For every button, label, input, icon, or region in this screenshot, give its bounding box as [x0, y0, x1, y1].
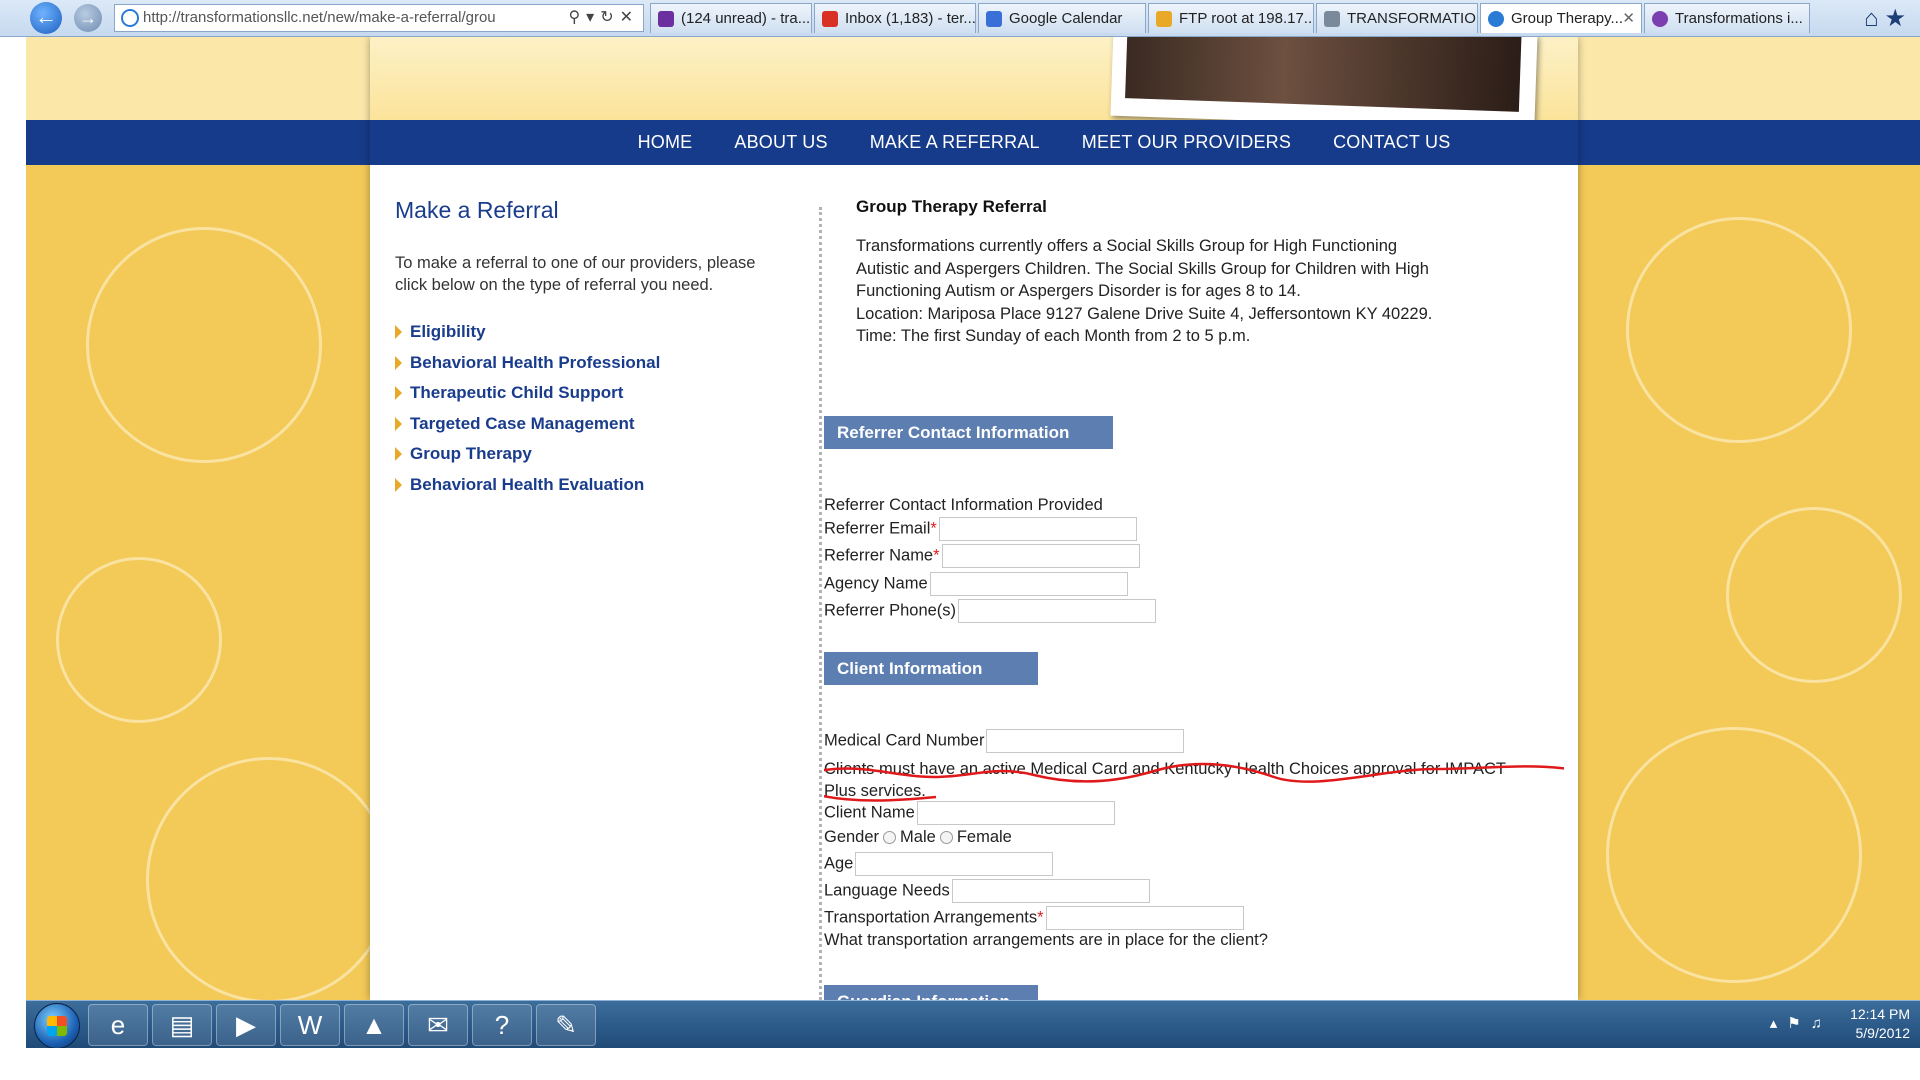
form-intro: Transformations currently offers a Socia…: [856, 237, 1433, 346]
help-icon[interactable]: ?: [472, 1004, 532, 1046]
nav-meet-our-providers[interactable]: MEET OUR PROVIDERS: [1082, 132, 1291, 153]
referrer-provided-label: Referrer Contact Information Provided: [824, 496, 1103, 514]
address-controls-icon[interactable]: ⚲▾↻✕: [568, 5, 639, 31]
ie-taskbar-icon[interactable]: e: [88, 1004, 148, 1046]
tab-ftp-root[interactable]: FTP root at 198.17...: [1148, 3, 1314, 33]
browser-toolbar: ← → http://transformationsllc.net/new/ma…: [0, 0, 1920, 37]
ie-page-icon: [121, 9, 139, 27]
guardian-section-header: Guardian Information: [824, 985, 1038, 1000]
decorative-swirl: [56, 557, 222, 723]
back-arrow-icon[interactable]: ←: [30, 2, 62, 34]
calendar-icon: [986, 11, 1002, 27]
referrer-email-field[interactable]: [938, 517, 1137, 541]
address-text: http://transformationsllc.net/new/make-a…: [143, 9, 496, 26]
gender-male-radio[interactable]: [883, 831, 897, 845]
referrer-name-row: Referrer Name*: [824, 544, 1140, 568]
transport-row: Transportation Arrangements*: [824, 906, 1244, 930]
gender-row: Gender Male Female: [824, 828, 1012, 846]
windows-logo-icon: [47, 1016, 67, 1036]
link-behavioral-health-evaluation[interactable]: Behavioral Health Evaluation: [395, 475, 775, 506]
system-clock[interactable]: 12:14 PM 5/9/2012: [1850, 1005, 1910, 1043]
site-header: [370, 37, 1578, 131]
client-name-field[interactable]: [916, 801, 1115, 825]
nav-home[interactable]: HOME: [638, 132, 693, 153]
form-title: Group Therapy Referral: [856, 197, 1047, 216]
forward-arrow-icon[interactable]: →: [74, 4, 102, 32]
page-content: HOME ABOUT US MAKE A REFERRAL MEET OUR P…: [370, 37, 1578, 1000]
medical-card-field[interactable]: [986, 729, 1185, 753]
tab-google-calendar[interactable]: Google Calendar: [978, 3, 1146, 33]
ie-icon: [1488, 11, 1504, 27]
transport-field[interactable]: [1045, 906, 1244, 930]
media-player-icon[interactable]: ▶: [216, 1004, 276, 1046]
site-icon: [1652, 11, 1668, 27]
tab-gmail-inbox[interactable]: Inbox (1,183) - ter...: [814, 3, 976, 33]
header-photo: [1110, 37, 1538, 131]
referrer-section-header: Referrer Contact Information: [824, 416, 1113, 449]
referrer-name-field[interactable]: [941, 544, 1140, 568]
link-targeted-case-management[interactable]: Targeted Case Management: [395, 414, 775, 445]
folder-icon: [1156, 11, 1172, 27]
tab-transformations[interactable]: TRANSFORMATIO...: [1316, 3, 1478, 33]
gmail-icon: [822, 11, 838, 27]
link-eligibility[interactable]: Eligibility: [395, 322, 775, 353]
decorative-swirl: [1606, 727, 1862, 983]
medical-card-row: Medical Card Number: [824, 729, 1185, 753]
referral-type-list: Eligibility Behavioral Health Profession…: [395, 322, 775, 505]
page-viewport: HOME ABOUT US MAKE A REFERRAL MEET OUR P…: [26, 37, 1920, 1000]
clock-time: 12:14 PM: [1850, 1006, 1910, 1022]
decorative-swirl: [1626, 217, 1852, 443]
link-therapeutic-child-support[interactable]: Therapeutic Child Support: [395, 383, 775, 414]
paint-icon[interactable]: ✎: [536, 1004, 596, 1046]
phone-mail-icon[interactable]: ✉: [408, 1004, 468, 1046]
referrer-phone-row: Referrer Phone(s): [824, 599, 1157, 623]
language-needs-row: Language Needs: [824, 879, 1150, 903]
link-group-therapy[interactable]: Group Therapy: [395, 444, 775, 475]
clock-date: 5/9/2012: [1855, 1025, 1911, 1041]
decorative-swirl: [146, 757, 392, 1000]
word-icon[interactable]: W: [280, 1004, 340, 1046]
nav-contact-us[interactable]: CONTACT US: [1333, 132, 1450, 153]
close-tab-icon[interactable]: ✕: [1622, 4, 1635, 33]
decorative-swirl: [86, 227, 322, 463]
column-divider: [819, 207, 822, 1000]
start-button[interactable]: [34, 1003, 80, 1049]
link-behavioral-health-professional[interactable]: Behavioral Health Professional: [395, 353, 775, 384]
sidebar-title: Make a Referral: [395, 197, 559, 223]
decorative-swirl: [1726, 507, 1902, 683]
agency-name-field[interactable]: [929, 572, 1128, 596]
page-icon: [1324, 11, 1340, 27]
explorer-folder-icon[interactable]: ▤: [152, 1004, 212, 1046]
age-row: Age: [824, 852, 1054, 876]
nav-make-a-referral[interactable]: MAKE A REFERRAL: [870, 132, 1040, 153]
tab-yahoo-mail[interactable]: (124 unread) - tra...: [650, 3, 812, 33]
nav-about-us[interactable]: ABOUT US: [734, 132, 827, 153]
sidebar-intro: To make a referral to one of our provide…: [395, 254, 756, 294]
windows-taskbar: e ▤ ▶ W ▲ ✉ ? ✎ ▴⚑♫ 12:14 PM 5/9/2012: [26, 1000, 1920, 1049]
medical-card-notice-cont: Plus services.: [824, 782, 926, 800]
agency-name-row: Agency Name: [824, 572, 1128, 596]
referrer-email-row: Referrer Email*: [824, 517, 1137, 541]
transport-help-text: What transportation arrangements are in …: [824, 931, 1268, 949]
gender-female-radio[interactable]: [939, 831, 953, 845]
tab-transformations-2[interactable]: Transformations i...: [1644, 3, 1810, 33]
age-field[interactable]: [855, 852, 1054, 876]
tray-icons[interactable]: ▴⚑♫: [1770, 1014, 1832, 1032]
client-section-header: Client Information: [824, 652, 1038, 685]
address-bar[interactable]: http://transformationsllc.net/new/make-a…: [114, 4, 644, 32]
acrobat-icon[interactable]: ▲: [344, 1004, 404, 1046]
yahoo-icon: [658, 11, 674, 27]
sidebar: Make a Referral To make a referral to on…: [395, 197, 775, 505]
language-needs-field[interactable]: [951, 879, 1150, 903]
client-name-row: Client Name: [824, 801, 1115, 825]
main-nav: HOME ABOUT US MAKE A REFERRAL MEET OUR P…: [370, 120, 1578, 165]
medical-card-notice: Clients must have an active Medical Card…: [824, 760, 1507, 778]
referrer-phone-field[interactable]: [958, 599, 1157, 623]
tab-group-therapy[interactable]: Group Therapy... ✕: [1480, 3, 1642, 33]
home-favorites-icons[interactable]: ⌂★: [1864, 4, 1912, 33]
